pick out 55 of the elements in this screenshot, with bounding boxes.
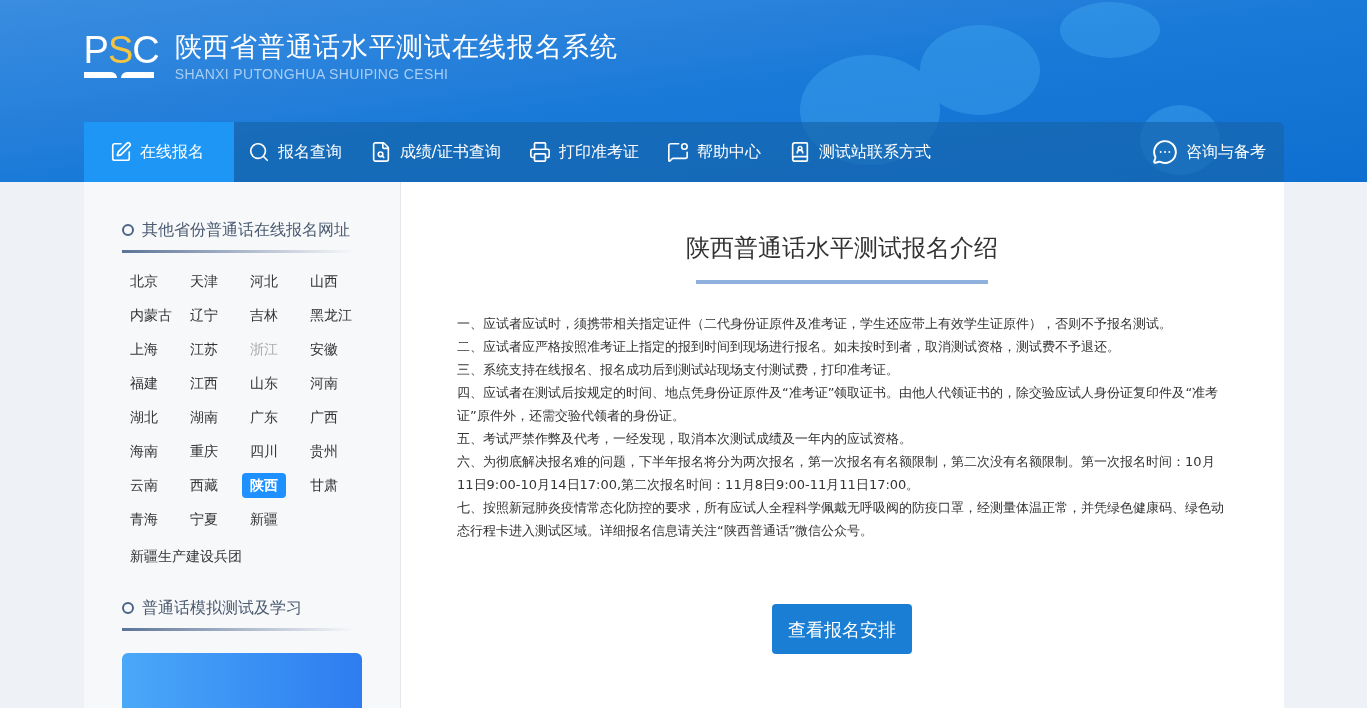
- province-link[interactable]: 重庆: [181, 439, 226, 464]
- province-link[interactable]: 青海: [121, 507, 166, 532]
- notice-paragraph: 七、按照新冠肺炎疫情常态化防控的要求，所有应试人全程科学佩戴无呼吸阀的防疫口罩，经测量体温正常，并凭绿色健康码、绿色动态行程卡进入测试区域。详细报名信息请关注“陕西普通话”微信公众号。: [457, 499, 1225, 540]
- province-link[interactable]: 西藏: [181, 473, 226, 498]
- province-link[interactable]: 宁夏: [181, 507, 226, 532]
- help-icon: [666, 141, 689, 163]
- province-link[interactable]: 江苏: [181, 337, 226, 362]
- province-link[interactable]: 天津: [181, 269, 226, 294]
- nav-tab[interactable]: 打印准考证: [514, 122, 653, 182]
- province-link[interactable]: 内蒙古: [121, 303, 180, 328]
- nav-tab[interactable]: 帮助中心: [652, 122, 775, 182]
- notice-paragraph: 二、应试者应严格按照准考证上指定的报到时间到现场进行报名。如未按时到者，取消测试资格，测试费不予退还。: [457, 338, 1121, 356]
- intro-title: 陕西普通话水平测试报名介绍: [686, 233, 998, 264]
- province-link[interactable]: 福建: [121, 371, 166, 396]
- chat-icon: [1151, 139, 1178, 165]
- logo: PSC: [83, 30, 159, 78]
- province-link[interactable]: 甘肃: [301, 473, 346, 498]
- nav-tab[interactable]: 测试站联系方式: [774, 122, 945, 182]
- site-title: 陕西省普通话水平测试在线报名系统: [174, 30, 618, 64]
- section-title: 普通话模拟测试及学习: [141, 597, 302, 619]
- province-link[interactable]: 湖南: [181, 405, 226, 430]
- site-subtitle: SHANXI PUTONGHUA SHUIPING CESHI: [174, 65, 450, 84]
- province-link[interactable]: 新疆: [241, 507, 286, 532]
- province-link[interactable]: 黑龙江: [301, 303, 360, 328]
- province-link[interactable]: 湖北: [121, 405, 166, 430]
- province-link[interactable]: 贵州: [301, 439, 346, 464]
- province-link[interactable]: 四川: [241, 439, 286, 464]
- province-link[interactable]: 河南: [301, 371, 346, 396]
- consult-link[interactable]: 咨询与备考: [1133, 122, 1284, 182]
- province-link[interactable]: 新疆生产建设兵团: [121, 546, 250, 566]
- province-link[interactable]: 山东: [241, 371, 286, 396]
- notice-paragraph: 四、应试者在测试后按规定的时间、地点凭身份证原件及“准考证”领取证书。由他人代领证书的，除交验应试人身份证复印件及“准考证”原件外，还需交验代领者的身份证。: [457, 384, 1220, 425]
- notice-paragraph: 六、为彻底解决报名难的问题，下半年报名将分为两次报名，第一次报名有名额限制，第二次没有名额限制。第一次报名时间：10月11日9:00-10月14日17:00,第二次报名时间：11月8日9:00-11月11日17:00。: [457, 453, 1216, 494]
- nav-tab[interactable]: 报名查询: [233, 122, 356, 182]
- province-link[interactable]: 上海: [121, 337, 166, 362]
- printer-icon: [528, 141, 551, 163]
- province-link[interactable]: 辽宁: [181, 303, 226, 328]
- edit-icon: [109, 141, 132, 163]
- province-link[interactable]: 山西: [301, 269, 346, 294]
- view-schedule-button[interactable]: 查看报名安排: [772, 604, 912, 654]
- notice-paragraph: 三、系统支持在线报名、报名成功后到测试站现场支付测试费，打印准考证。: [457, 361, 900, 379]
- notice-paragraph: 一、应试者应试时，须携带相关指定证件（二代身份证原件及准考证，学生还应带上有效学生证原件），否则不予报名测试。: [457, 315, 1173, 333]
- province-link[interactable]: 云南: [121, 473, 166, 498]
- search-icon: [247, 141, 270, 163]
- province-link[interactable]: 广东: [241, 405, 286, 430]
- province-link[interactable]: 吉林: [241, 303, 286, 328]
- province-link[interactable]: 河北: [241, 269, 286, 294]
- province-link[interactable]: 北京: [121, 269, 166, 294]
- province-link[interactable]: 海南: [121, 439, 166, 464]
- nav-tab[interactable]: 成绩/证书查询: [355, 122, 515, 182]
- province-link[interactable]: 江西: [181, 371, 226, 396]
- section-title: 其他省份普通话在线报名网址: [141, 219, 350, 241]
- notice-paragraph: 五、考试严禁作弊及代考，一经发现，取消本次测试成绩及一年内的应试资格。: [457, 430, 913, 448]
- province-link[interactable]: 安徽: [301, 337, 346, 362]
- province-link[interactable]: 广西: [301, 405, 346, 430]
